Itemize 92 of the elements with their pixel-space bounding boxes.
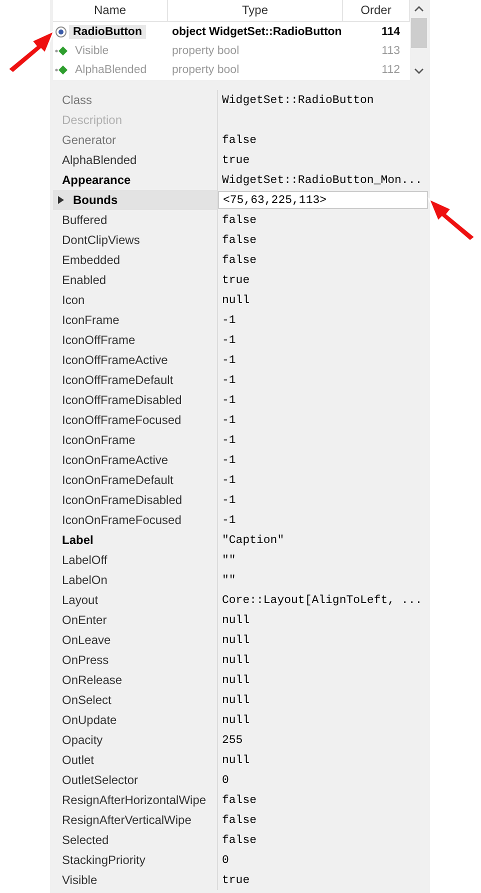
property-name: Selected [62, 833, 109, 847]
property-name: OutletSelector [62, 773, 138, 787]
property-name: IconOffFrameActive [62, 353, 168, 367]
property-value: false [222, 254, 257, 266]
property-name: IconOffFrameDisabled [62, 393, 182, 407]
order-text: 114 [381, 26, 400, 38]
property-name: Opacity [62, 733, 103, 747]
property-value: -1 [222, 394, 236, 406]
property-value: false [222, 794, 257, 806]
property-name: ResignAfterVerticalWipe [62, 813, 192, 827]
property-value: null [222, 754, 250, 766]
column-header[interactable]: Name [53, 0, 168, 21]
property-value: null [222, 634, 250, 646]
property-name: IconOffFrameFocused [62, 413, 182, 427]
property-value: null [222, 614, 250, 626]
property-name: IconOnFrameActive [62, 453, 168, 467]
property-name: IconOnFrameFocused [62, 513, 182, 527]
scrollbar[interactable] [410, 0, 428, 80]
order-text: 113 [382, 44, 400, 56]
property-value: -1 [222, 314, 236, 326]
property-name: Icon [62, 293, 85, 307]
property-value: -1 [222, 354, 236, 366]
property-name: OnRelease [62, 673, 122, 687]
property-name: Outlet [62, 753, 94, 767]
property-name: Enabled [62, 273, 106, 287]
property-name: Visible [62, 873, 98, 887]
property-value: -1 [222, 434, 236, 446]
property-name: Description [62, 113, 122, 127]
property-value: true [222, 874, 250, 886]
property-value: false [222, 214, 257, 226]
value-field[interactable]: <75,63,225,113> [218, 191, 428, 209]
type-text: property bool [172, 64, 240, 76]
property-name: StackingPriority [62, 853, 146, 867]
property-value: null [222, 714, 250, 726]
property-value: true [222, 154, 250, 166]
diamond-icon [55, 46, 69, 56]
property-value: false [222, 234, 257, 246]
property-value: false [222, 814, 257, 826]
property-name: Embedded [62, 253, 120, 267]
property-name: OnUpdate [62, 713, 117, 727]
property-value: 255 [222, 734, 243, 746]
property-name: OnEnter [62, 613, 107, 627]
tree-item[interactable]: RadioButton [69, 24, 146, 38]
property-value: "" [222, 554, 236, 566]
property-value: false [222, 834, 257, 846]
property-name: LabelOn [62, 573, 108, 587]
property-name: Appearance [62, 173, 131, 187]
type-text: property bool [172, 44, 240, 56]
property-value: -1 [222, 454, 236, 466]
order-text: 112 [382, 64, 400, 76]
property-value: "Caption" [222, 534, 284, 546]
property-value: null [222, 674, 250, 686]
property-value: 0 [222, 774, 229, 786]
property-name: IconOnFrame [62, 433, 136, 447]
property-value: WidgetSet::RadioButton_Mon... [222, 174, 422, 186]
property-value: null [222, 294, 250, 306]
property-name: IconFrame [62, 313, 120, 327]
property-name: IconOnFrameDisabled [62, 493, 182, 507]
property-name: OnLeave [62, 633, 111, 647]
property-name: Label [62, 533, 94, 547]
property-value: -1 [222, 374, 236, 386]
expand-icon[interactable] [57, 195, 65, 205]
property-value: -1 [222, 514, 236, 526]
property-name: IconOffFrameDefault [62, 373, 174, 387]
property-value: 0 [222, 854, 229, 866]
property-value: -1 [222, 334, 236, 346]
property-value: false [222, 134, 257, 146]
property-value: -1 [222, 494, 236, 506]
property-name: AlphaBlended [62, 153, 137, 167]
type-text: object WidgetSet::RadioButton [172, 26, 342, 38]
property-name: Bounds [73, 193, 118, 207]
property-name: LabelOff [62, 553, 108, 567]
property-value: WidgetSet::RadioButton [222, 94, 374, 106]
property-value: -1 [222, 414, 236, 426]
property-value: true [222, 274, 250, 286]
property-name: Class [62, 93, 92, 107]
property-value: -1 [222, 474, 236, 486]
property-value: "" [222, 574, 236, 586]
property-name: DontClipViews [62, 233, 140, 247]
property-name: Generator [62, 133, 116, 147]
diamond-icon [55, 64, 69, 74]
column-header[interactable]: Type [168, 0, 343, 21]
property-name: OnPress [62, 653, 109, 667]
property-name: Buffered [62, 213, 108, 227]
property-name: Layout [62, 593, 98, 607]
property-name: OnSelect [62, 693, 112, 707]
property-value: null [222, 694, 250, 706]
property-name: IconOnFrameDefault [62, 473, 174, 487]
property-value: Core::Layout[AlignToLeft, ... [222, 594, 422, 606]
property-name: IconOffFrame [62, 333, 136, 347]
property-name: ResignAfterHorizontalWipe [62, 793, 206, 807]
property-value: null [222, 654, 250, 666]
